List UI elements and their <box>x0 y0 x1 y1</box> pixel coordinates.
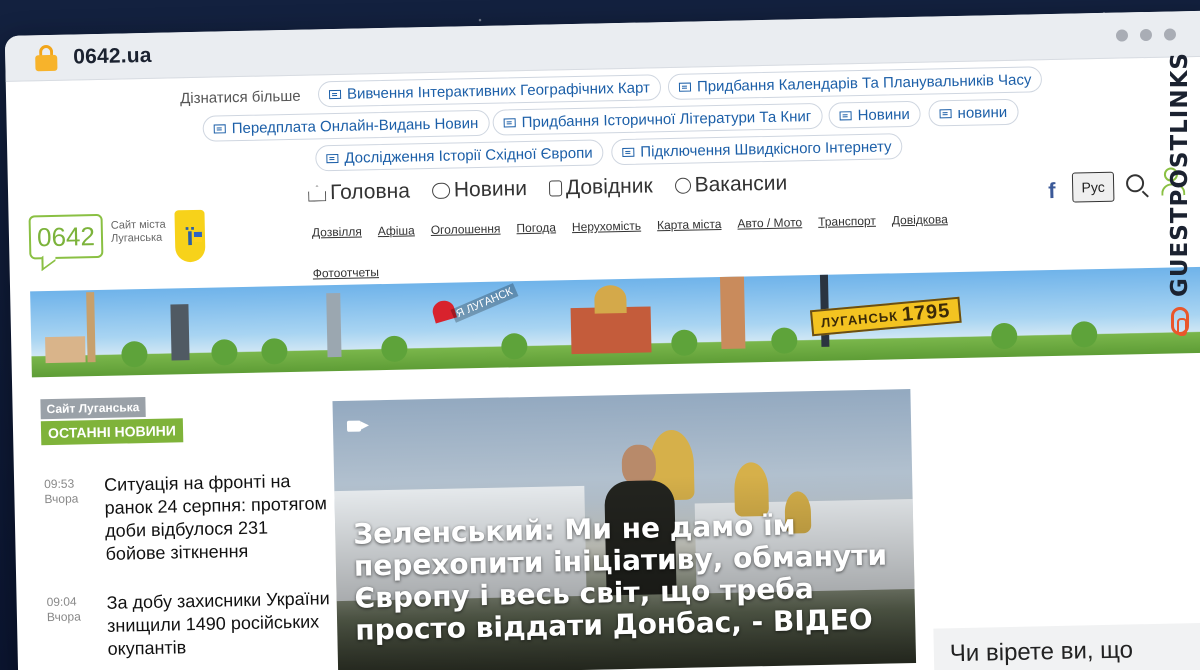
document-icon <box>839 110 852 120</box>
document-icon <box>622 147 635 157</box>
page-content: Дізнатися більше Вивчення Інтерактивних … <box>6 56 1200 670</box>
tree-icon <box>671 329 698 357</box>
document-icon <box>503 117 516 127</box>
subnav-link[interactable]: Оголошення <box>431 219 501 240</box>
subnav-link[interactable]: Фотоотчеты <box>313 262 380 283</box>
watermark-text: GUESTPOSTLINKS <box>1167 52 1193 298</box>
link-icon <box>1171 307 1189 337</box>
news-time: 09:04 Вчора <box>46 594 81 625</box>
document-icon <box>326 153 339 163</box>
tree-icon <box>121 340 148 368</box>
site-logo[interactable]: 0642 <box>28 213 104 260</box>
briefcase-icon <box>674 177 691 194</box>
window-dot-icon[interactable] <box>1163 28 1177 41</box>
subnav-link[interactable]: Дозвілля <box>312 221 362 242</box>
subnav-link[interactable]: Нерухомість <box>572 216 641 237</box>
tree-icon <box>771 327 798 354</box>
learn-chip[interactable]: Придбання Календарів Та Планувальників Ч… <box>667 66 1043 101</box>
document-icon <box>939 108 952 118</box>
learn-chip[interactable]: Дослідження Історії Східної Європи <box>315 139 604 172</box>
window-controls <box>1115 28 1177 42</box>
ua-badge-icon[interactable]: ї <box>174 209 206 263</box>
tree-icon <box>990 322 1018 350</box>
minaret-icon <box>86 292 96 363</box>
watermark-strip: GUESTPOSTLINKS <box>1160 52 1200 352</box>
city-banner: Я ЛУГАНСК ЛУГАНСЬК 1795 <box>30 266 1200 378</box>
nav-item-jobs[interactable]: Вакансии <box>674 172 787 198</box>
url-text[interactable]: 0642.ua <box>73 43 152 69</box>
learn-chip[interactable]: новини <box>928 98 1019 127</box>
learn-chip[interactable]: Передплата Онлайн-Видань Новин <box>202 109 490 142</box>
document-icon <box>678 82 692 92</box>
tower-building-icon <box>719 272 746 349</box>
nav-item-news[interactable]: Новини <box>431 177 528 203</box>
building-icon <box>45 336 86 364</box>
learn-more-label: Дізнатися більше <box>179 87 301 108</box>
subnav-link[interactable]: Авто / Мото <box>737 212 802 233</box>
news-title[interactable]: За добу захисники України знищили 1490 р… <box>106 587 333 661</box>
statue-icon <box>326 292 342 358</box>
chat-icon <box>431 182 451 199</box>
browser-window: 0642.ua Дізнатися більше Вивчення Інтера… <box>0 0 1200 670</box>
subnav-link[interactable]: Транспорт <box>818 211 876 232</box>
tree-icon <box>211 339 238 366</box>
love-sign-text: Я ЛУГАНСК <box>450 283 519 323</box>
document-icon <box>328 89 342 99</box>
church-icon <box>570 306 652 355</box>
home-icon <box>308 185 326 201</box>
subnav-link[interactable]: Довідкова <box>892 209 948 230</box>
browser-frame: 0642.ua Дізнатися більше Вивчення Інтера… <box>4 10 1200 670</box>
nav-item-home[interactable]: Головна <box>308 179 410 205</box>
learn-chip[interactable]: Новини <box>828 100 922 129</box>
city-sign: ЛУГАНСЬК 1795 <box>809 296 962 337</box>
main-nav: Головна Новини Довідник Вакансии <box>308 172 788 206</box>
subnav-link[interactable]: Погода <box>516 217 556 238</box>
document-icon <box>213 123 226 134</box>
site-tag[interactable]: Сайт Луганська <box>40 397 146 420</box>
facebook-icon[interactable]: f <box>1048 178 1056 204</box>
learn-chip[interactable]: Придбання Історичної Літератури Та Книг <box>492 102 823 136</box>
news-list-item[interactable]: 09:04 Вчора За добу захисники України зн… <box>46 588 336 659</box>
learn-chip[interactable]: Підключення Швидкісного Інтернету <box>611 133 903 166</box>
news-list-item[interactable]: 09:53 Вчора Ситуація на фронті на ранок … <box>44 471 334 564</box>
search-icon[interactable] <box>1125 174 1145 193</box>
subnav-link[interactable]: Афіша <box>378 220 415 241</box>
logo-caption: Сайт міста Луганська <box>110 218 166 245</box>
book-icon <box>548 180 563 197</box>
subnav-link[interactable]: Карта міста <box>657 214 722 235</box>
hero-title[interactable]: Зеленський: Ми не дамо їм перехопити іні… <box>353 507 896 646</box>
monument-icon <box>170 304 190 361</box>
tree-icon <box>501 333 528 360</box>
news-title[interactable]: Ситуація на фронті на ранок 24 серпня: п… <box>104 469 332 566</box>
learn-chip[interactable]: Вивчення Інтерактивних Географічних Карт <box>317 74 662 108</box>
poll-widget: Чи вірете ви, що <box>933 622 1200 670</box>
tree-icon <box>261 338 288 365</box>
latest-news-heading[interactable]: ОСТАННІ НОВИНИ <box>40 418 184 446</box>
window-dot-icon[interactable] <box>1139 28 1153 42</box>
news-time: 09:53 Вчора <box>44 476 79 507</box>
lock-icon <box>35 44 58 71</box>
tree-icon <box>381 335 408 363</box>
nav-item-directory[interactable]: Довідник <box>548 174 653 200</box>
language-button[interactable]: Рус <box>1071 171 1115 203</box>
window-dot-icon[interactable] <box>1115 29 1129 42</box>
tree-icon <box>1070 321 1098 348</box>
video-icon <box>346 420 362 432</box>
poll-title: Чи вірете ви, що <box>949 636 1134 668</box>
hero-article[interactable]: Зеленський: Ми не дамо їм перехопити іні… <box>332 389 917 670</box>
